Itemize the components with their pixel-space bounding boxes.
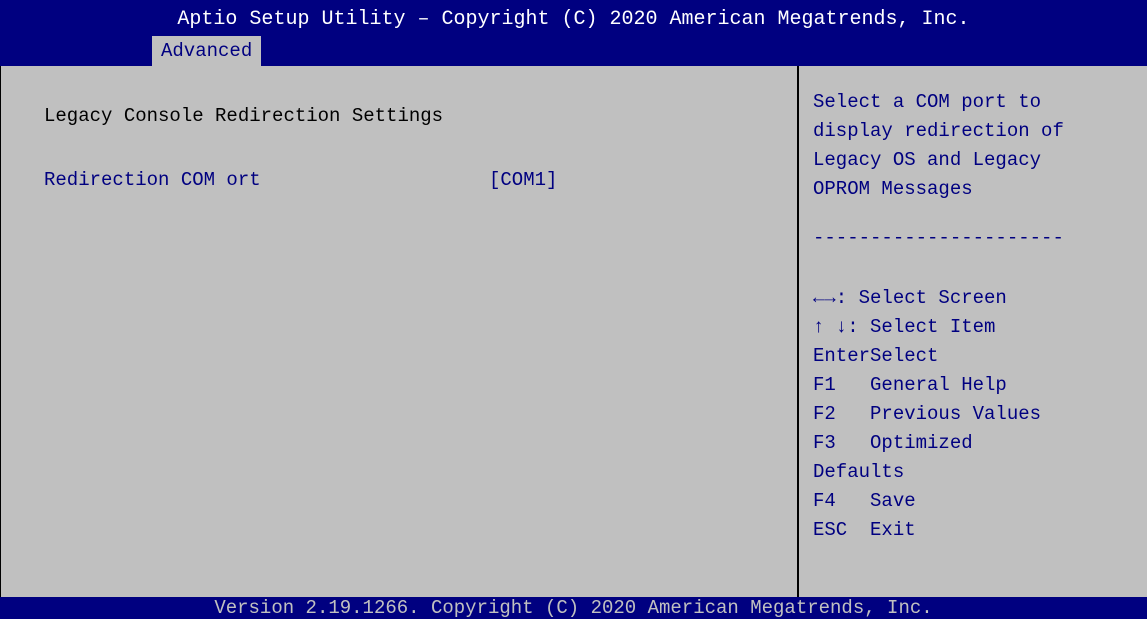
help-description: Select a COM port to display redirection… [813,88,1143,204]
help-line: OPROM Messages [813,178,973,200]
help-line: Legacy OS and Legacy [813,149,1042,171]
key-legend: ←→: Select Screen ↑ ↓: Select Item Enter… [813,284,1041,545]
redirection-com-port-label[interactable]: Redirection COM ort [44,168,261,192]
title-bar: Aptio Setup Utility – Copyright (C) 2020… [0,0,1147,66]
help-separator: ---------------------- [813,227,1064,249]
bios-title: Aptio Setup Utility – Copyright (C) 2020… [177,8,970,31]
key-select-screen: ←→: Select Screen [813,287,1007,309]
tab-advanced[interactable]: Advanced [152,36,262,66]
help-panel: Select a COM port to display redirection… [799,66,1147,597]
help-line: Select a COM port to [813,91,1042,113]
key-select-item: ↑ ↓: Select Item [813,316,996,338]
help-line: display redirection of [813,120,1064,142]
key-previous-values: F2 Previous Values [813,403,1042,425]
key-defaults: Defaults [813,461,905,483]
key-optimized: F3 Optimized [813,432,973,454]
key-save: F4 Save [813,490,916,512]
key-general-help: F1 General Help [813,374,1007,396]
status-bar: Version 2.19.1266. Copyright (C) 2020 Am… [0,597,1147,619]
key-enter-select: EnterSelect [813,345,939,367]
settings-panel: Legacy Console Redirection Settings Redi… [0,66,797,597]
section-title: Legacy Console Redirection Settings [44,105,444,127]
redirection-com-port-value[interactable]: [COM1] [489,168,557,192]
version-text: Version 2.19.1266. Copyright (C) 2020 Am… [214,597,933,619]
key-exit: ESC Exit [813,519,916,541]
bios-screen: Aptio Setup Utility – Copyright (C) 2020… [0,0,1147,619]
